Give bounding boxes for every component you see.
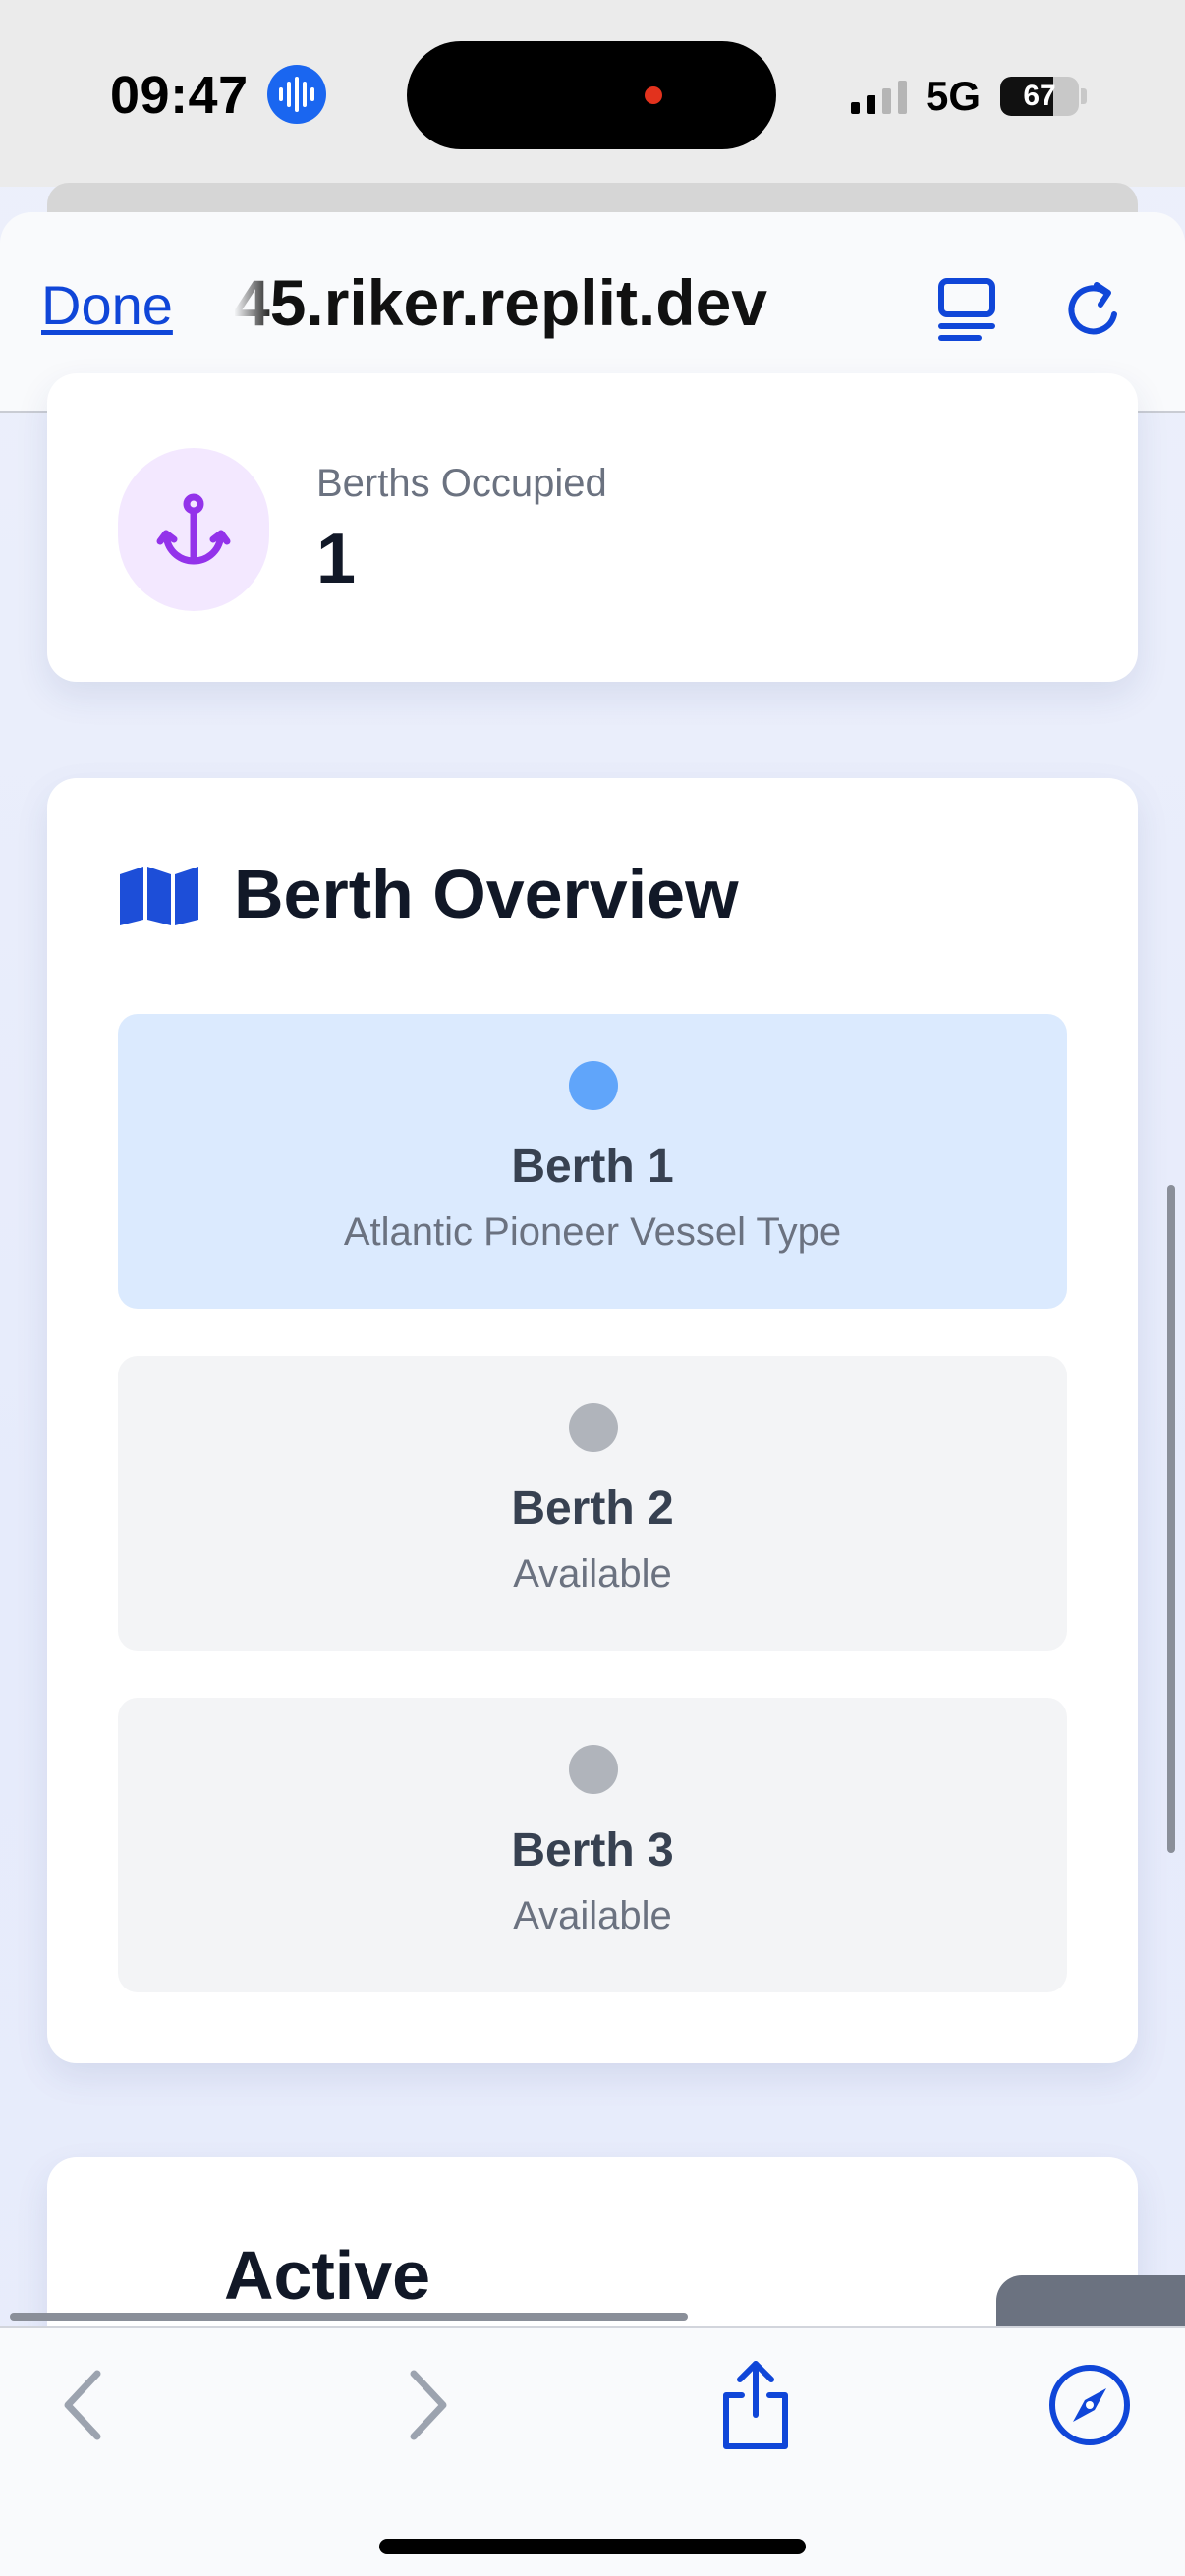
screen: 09:47 5G 67 Done 45.riker.replit.dev Ber…: [0, 0, 1185, 2576]
share-icon[interactable]: [711, 2358, 800, 2452]
berth-card-1[interactable]: Berth 1 Atlantic Pioneer Vessel Type: [118, 1014, 1067, 1309]
vertical-scrollbar[interactable]: [1167, 1185, 1175, 1853]
status-time: 09:47: [110, 66, 249, 125]
home-indicator: [379, 2539, 806, 2554]
berth-overview-card: Berth Overview Berth 1 Atlantic Pioneer …: [47, 778, 1138, 2063]
network-type: 5G: [926, 73, 982, 119]
url-field[interactable]: 45.riker.replit.dev: [234, 265, 894, 340]
dynamic-island: [407, 41, 776, 149]
battery-icon: 67: [1000, 77, 1079, 116]
reload-icon[interactable]: [1063, 275, 1126, 344]
compass-icon[interactable]: [1045, 2358, 1134, 2452]
done-button[interactable]: Done: [41, 273, 173, 337]
camera-indicator-dot: [645, 86, 662, 104]
berth-status: Available: [513, 1894, 672, 1937]
berth-status-dot: [569, 1403, 618, 1452]
berth-name: Berth 3: [511, 1824, 674, 1876]
stat-label: Berths Occupied: [316, 462, 607, 505]
map-icon: [118, 865, 200, 927]
berths-occupied-card: Berths Occupied 1: [47, 373, 1138, 682]
reader-mode-icon[interactable]: [935, 275, 998, 344]
horizontal-scrollbar[interactable]: [10, 2313, 688, 2321]
cellular-signal-icon: [851, 81, 907, 114]
berth-overview-title: Berth Overview: [234, 856, 739, 932]
berth-card-2[interactable]: Berth 2 Available: [118, 1356, 1067, 1651]
stat-value: 1: [316, 520, 357, 598]
berth-name: Berth 2: [511, 1483, 674, 1535]
berth-name: Berth 1: [511, 1141, 674, 1193]
berth-status: Atlantic Pioneer Vessel Type: [343, 1210, 842, 1254]
voice-memo-icon: [267, 65, 326, 124]
berth-status-dot: [569, 1061, 618, 1110]
active-section-title: Active: [224, 2237, 431, 2314]
berth-status: Available: [513, 1552, 672, 1596]
battery-level: 67: [1023, 80, 1056, 112]
anchor-icon: [118, 448, 269, 611]
url-fade: [234, 257, 273, 346]
forward-icon[interactable]: [383, 2358, 472, 2452]
back-icon[interactable]: [39, 2358, 128, 2452]
battery-tip: [1081, 88, 1087, 104]
berth-status-dot: [569, 1745, 618, 1794]
berth-card-3[interactable]: Berth 3 Available: [118, 1698, 1067, 1992]
